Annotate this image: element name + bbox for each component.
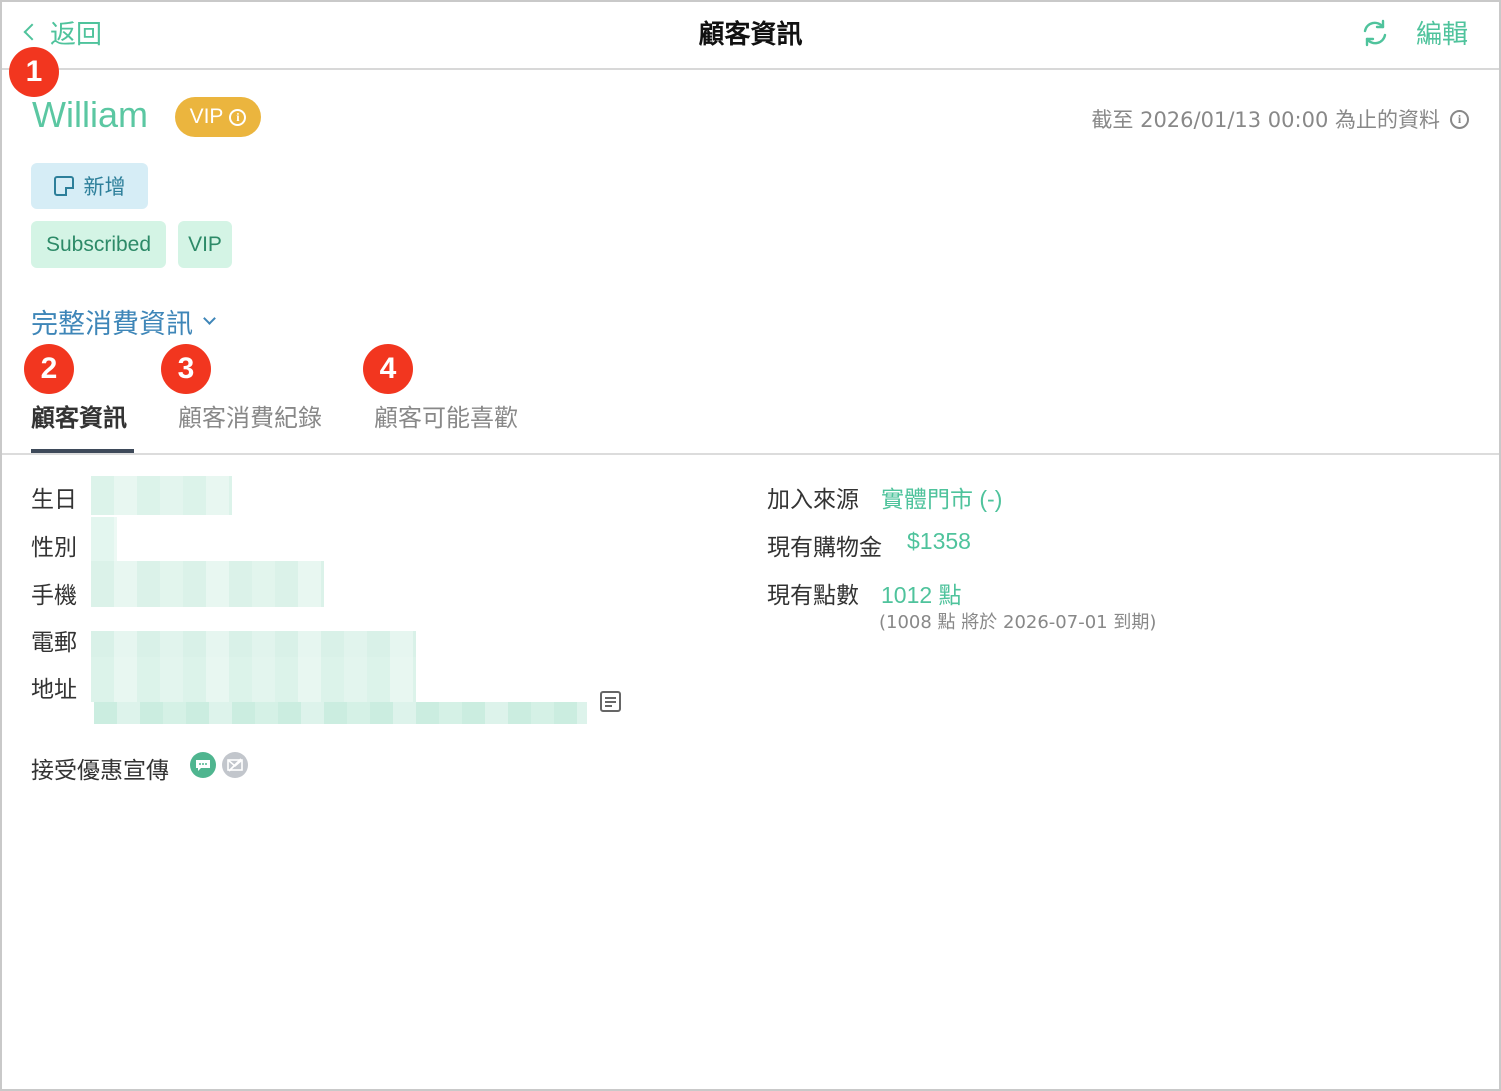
tag-vip: VIP bbox=[178, 221, 232, 268]
vip-badge[interactable]: VIP i bbox=[175, 97, 261, 137]
redacted-email bbox=[91, 631, 416, 657]
join-source-value: 實體門市 (-) bbox=[881, 486, 1003, 512]
phone-label: 手機 bbox=[31, 583, 77, 609]
top-bar: 返回 顧客資訊 編輯 bbox=[2, 2, 1499, 70]
full-info-toggle[interactable]: 完整消費資訊 bbox=[31, 302, 216, 341]
store-credit-label: 現有購物金 bbox=[767, 535, 882, 561]
join-source-label: 加入來源 bbox=[767, 487, 859, 513]
chevron-down-icon bbox=[203, 312, 216, 325]
annotation-marker-2: 2 bbox=[24, 344, 74, 394]
data-date: 截至 2026/01/13 00:00 為止的資料 i bbox=[1091, 104, 1469, 134]
info-icon: i bbox=[229, 108, 247, 126]
add-note-label: 新增 bbox=[83, 175, 126, 199]
add-note-button[interactable]: 新增 bbox=[31, 163, 148, 209]
data-date-text: 截至 2026/01/13 00:00 為止的資料 bbox=[1091, 108, 1440, 132]
divider bbox=[2, 453, 1499, 455]
promo-label: 接受優惠宣傳 bbox=[31, 758, 169, 784]
redacted-phone bbox=[91, 561, 324, 607]
birthday-label: 生日 bbox=[31, 487, 77, 513]
document-icon[interactable] bbox=[600, 691, 621, 712]
annotation-marker-4: 4 bbox=[363, 344, 413, 394]
annotation-marker-3: 3 bbox=[161, 344, 211, 394]
tag-subscribed: Subscribed bbox=[31, 221, 166, 268]
info-icon[interactable]: i bbox=[1450, 109, 1469, 129]
redacted-gender bbox=[91, 517, 117, 561]
tab-recommendations[interactable]: 顧客可能喜歡 bbox=[374, 398, 518, 433]
page-title: 顧客資訊 bbox=[698, 20, 803, 50]
redacted-address-line-2 bbox=[94, 702, 587, 724]
points-value: 1012 點 bbox=[881, 582, 962, 608]
sms-icon bbox=[190, 752, 216, 778]
points-expiry-note: (1008 點 將於 2026-07-01 到期) bbox=[879, 612, 1157, 633]
email-disabled-icon bbox=[222, 752, 248, 778]
points-label: 現有點數 bbox=[767, 583, 859, 609]
tab-purchase-history[interactable]: 顧客消費紀錄 bbox=[178, 398, 322, 433]
app-window: 返回 顧客資訊 編輯 1 2 3 4 William VIP i 截至 2026… bbox=[0, 0, 1501, 1091]
refresh-icon[interactable] bbox=[1360, 18, 1390, 48]
address-label: 地址 bbox=[31, 677, 77, 703]
customer-name: William bbox=[32, 94, 148, 135]
edit-button[interactable]: 編輯 bbox=[1416, 14, 1468, 51]
vip-badge-label: VIP bbox=[189, 105, 224, 128]
tab-customer-info[interactable]: 顧客資訊 bbox=[31, 398, 127, 433]
full-info-label: 完整消費資訊 bbox=[31, 309, 193, 340]
store-credit-value: $1358 bbox=[907, 528, 971, 554]
annotation-marker-1: 1 bbox=[9, 47, 59, 97]
gender-label: 性別 bbox=[31, 535, 77, 561]
note-icon bbox=[53, 176, 74, 196]
redacted-birthday bbox=[91, 476, 232, 515]
redacted-address-line-1 bbox=[91, 657, 416, 702]
email-label: 電郵 bbox=[31, 630, 77, 656]
